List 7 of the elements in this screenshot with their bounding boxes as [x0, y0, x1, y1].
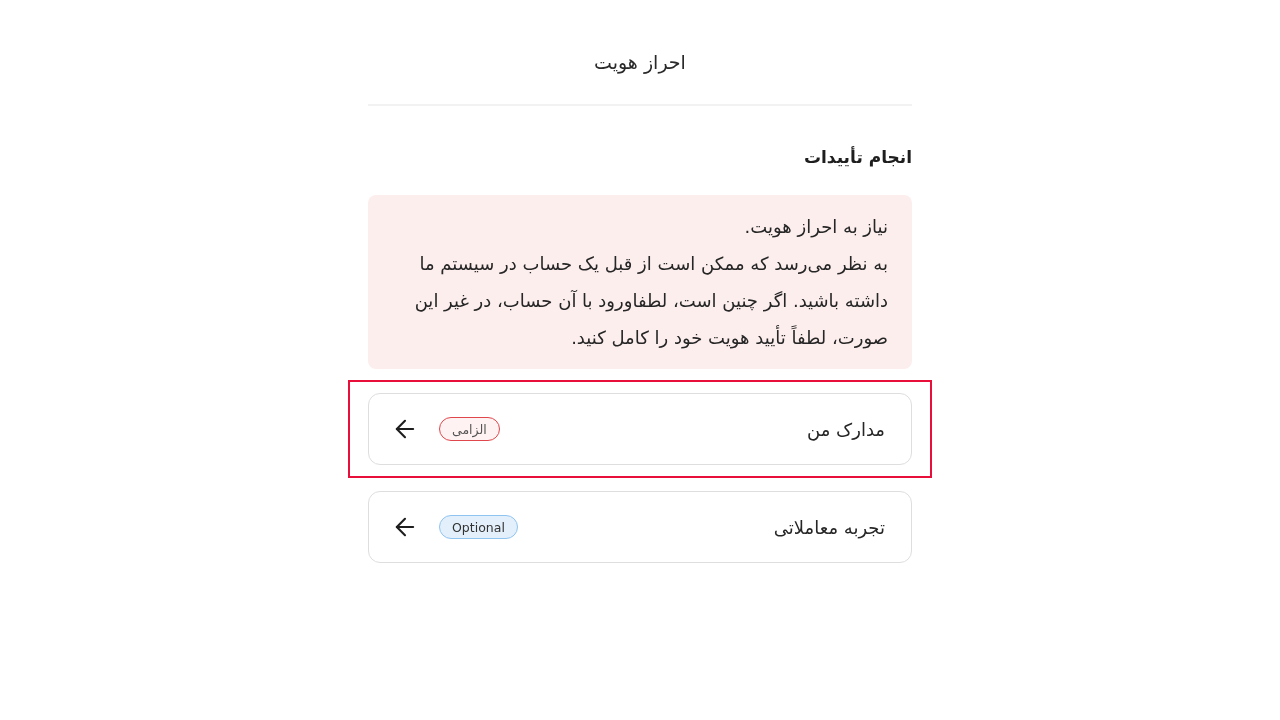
notice-text: به نظر می‌رسد که ممکن است از قبل یک حساب در سیستم ما داشته باشید. اگر چنین است، لطفاورود با آن حساب، در غیر این صورت، لطفاً تأیید هویت خود را کامل کنید.	[413, 252, 888, 351]
section-title: انجام تأییدات	[802, 145, 912, 169]
verification-item[interactable]: مدارک من الزامی	[368, 393, 912, 465]
status-badge: Optional	[439, 515, 518, 539]
page-title: احراز هویت	[593, 50, 687, 76]
notice-title: نیاز به احراز هویت.	[743, 215, 888, 240]
status-badge: الزامی	[439, 417, 500, 441]
